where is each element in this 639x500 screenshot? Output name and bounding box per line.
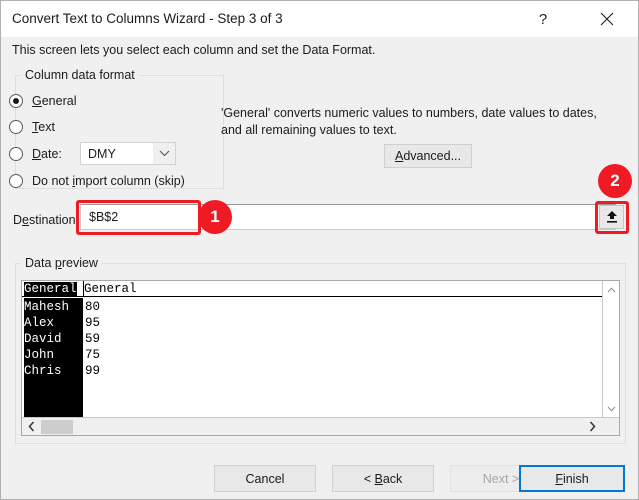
skip-label-rest: mport column (skip) [75, 174, 185, 188]
close-button[interactable] [584, 1, 630, 37]
scroll-down-button[interactable] [603, 400, 619, 417]
preview-cell-r0c0: Mahesh [24, 300, 70, 314]
radio-button-date-icon [9, 147, 23, 161]
accel-d: D [32, 147, 42, 161]
destination-input[interactable] [80, 204, 616, 230]
finish-button-label: Finish [555, 472, 588, 486]
collapse-range-button[interactable] [599, 205, 624, 229]
cancel-button-label: Cancel [245, 471, 285, 486]
preview-cell-r1c1: 95 [85, 316, 101, 330]
text-label-rest: ext [38, 120, 55, 134]
cancel-button[interactable]: Cancel [214, 465, 316, 492]
accel-b: B [374, 471, 383, 486]
preview-label-pre: Data [25, 256, 55, 270]
finish-label-rest: inish [562, 471, 589, 486]
accel-p: p [54, 256, 62, 270]
advanced-button[interactable]: Advanced... [384, 144, 472, 168]
radio-button-text-icon [9, 120, 23, 134]
preview-cell-r4c1: 99 [85, 364, 101, 378]
radio-button-skip-icon [9, 174, 23, 188]
radio-skip[interactable]: Do not import column (skip) [9, 171, 185, 191]
destination-label: Destination: [13, 213, 79, 227]
general-label-rest: eneral [41, 94, 77, 108]
instruction-text: This screen lets you select each column … [12, 43, 376, 57]
scroll-up-button[interactable] [603, 281, 619, 298]
combobox-dropdown-button[interactable] [153, 143, 175, 164]
radio-button-general-icon [9, 94, 23, 108]
horizontal-scroll-thumb[interactable] [41, 420, 73, 434]
radio-skip-label: Do not import column (skip) [32, 174, 185, 188]
preview-vertical-scrollbar[interactable] [602, 281, 619, 417]
radio-text-label: Text [32, 120, 55, 134]
column-data-format-label: Column data format [21, 68, 139, 82]
close-x-icon [600, 12, 614, 26]
preview-label-rest: review [61, 256, 98, 270]
data-preview-panel[interactable]: General General Mahesh 80 Alex 95 David … [21, 280, 620, 436]
preview-cell-r3c1: 75 [85, 348, 101, 362]
radio-text[interactable]: Text [9, 117, 55, 137]
preview-cell-r3c0: John [24, 348, 55, 362]
chevron-down-icon [159, 150, 169, 157]
radio-date-label: Date: [32, 147, 62, 161]
next-button-label: Next > [482, 471, 520, 486]
window-title: Convert Text to Columns Wizard - Step 3 … [12, 11, 283, 26]
preview-cell-r2c0: David [24, 332, 62, 346]
back-label-pre: < [363, 471, 375, 486]
preview-column-separator [83, 281, 84, 296]
annotation-badge-1: 1 [198, 200, 232, 234]
preview-column-header-1[interactable]: General [84, 282, 137, 296]
scroll-left-button[interactable] [22, 418, 40, 435]
preview-cell-r0c1: 80 [85, 300, 101, 314]
preview-horizontal-scrollbar[interactable] [22, 417, 619, 435]
radio-general-label: General [32, 94, 76, 108]
date-format-combobox[interactable]: DMY [80, 142, 176, 165]
accel-e: e [22, 213, 29, 227]
accel-g: G [32, 94, 42, 108]
chevron-left-icon [27, 421, 34, 432]
question-mark-icon: ? [538, 10, 548, 28]
convert-text-to-columns-dialog: Convert Text to Columns Wizard - Step 3 … [0, 0, 639, 500]
skip-label-pre: Do not [32, 174, 73, 188]
collapse-range-up-arrow-icon [606, 210, 617, 223]
format-description-text: 'General' converts numeric values to num… [221, 106, 597, 137]
advanced-button-label: Advanced... [395, 149, 461, 163]
title-bar: Convert Text to Columns Wizard - Step 3 … [1, 1, 638, 37]
preview-cell-r1c0: Alex [24, 316, 55, 330]
preview-header-row: General General [22, 281, 602, 297]
back-button[interactable]: < Back [332, 465, 434, 492]
back-button-label: < Back [364, 472, 403, 486]
destination-label-rest: stination: [28, 213, 80, 227]
finish-button[interactable]: Finish [519, 465, 625, 492]
preview-cell-r4c0: Chris [24, 364, 62, 378]
destination-label-pre: D [13, 213, 23, 227]
date-label-rest: ate: [41, 147, 62, 161]
chevron-right-icon [589, 421, 596, 432]
preview-column-header-0[interactable]: General [24, 282, 77, 296]
chevron-down-icon [607, 406, 616, 412]
annotation-badge-2: 2 [598, 164, 632, 198]
help-button[interactable]: ? [520, 1, 566, 37]
chevron-up-icon [607, 286, 616, 292]
preview-grid: General General Mahesh 80 Alex 95 David … [22, 281, 602, 417]
advanced-label-rest: dvanced... [403, 149, 462, 163]
data-preview-label: Data preview [21, 256, 102, 270]
radio-date[interactable]: Date: [9, 144, 62, 164]
instruction-bar: This screen lets you select each column … [1, 37, 638, 67]
date-format-value: DMY [88, 146, 116, 161]
scroll-right-button[interactable] [583, 418, 601, 435]
back-label-rest: ack [382, 471, 403, 486]
preview-cell-r2c1: 59 [85, 332, 101, 346]
radio-general[interactable]: General [9, 91, 76, 111]
accel-f: F [555, 471, 563, 486]
